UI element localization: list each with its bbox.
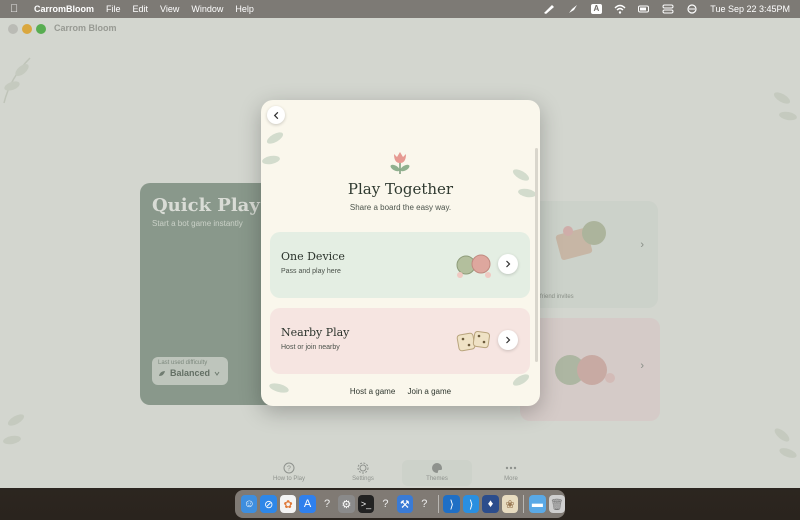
rocket-icon[interactable] <box>567 4 579 14</box>
carrombloom-icon[interactable]: ❀ <box>501 495 519 513</box>
menu-window[interactable]: Window <box>191 4 223 14</box>
dock: ☺ ⊘ ✿ A ? ⚙ >_ ? ⚒ ? ⟩ ⟩ ♦ ❀ ▬ 🗑 <box>235 490 566 518</box>
settings-icon[interactable]: ⚙ <box>338 495 355 513</box>
wifi-icon[interactable] <box>614 4 626 14</box>
option-title: Nearby Play <box>281 326 350 339</box>
terminal-icon[interactable]: >_ <box>357 495 375 513</box>
one-device-option[interactable]: One Device Pass and play here <box>270 232 530 298</box>
one-device-go-button[interactable] <box>498 254 518 274</box>
chevron-left-icon <box>273 111 278 119</box>
menubar-clock[interactable]: Tue Sep 22 3:45PM <box>710 4 790 14</box>
option-subtitle: Host or join nearby <box>281 344 340 351</box>
carrom-coins-icon <box>456 254 491 278</box>
folder-icon[interactable]: ▬ <box>529 495 546 513</box>
help-icon[interactable]: ? <box>319 495 335 513</box>
vscode-icon[interactable]: ⟩ <box>462 495 480 513</box>
modal-scrollbar[interactable] <box>535 148 538 362</box>
control-center-icon[interactable] <box>662 4 674 14</box>
photos-icon[interactable]: ✿ <box>279 495 297 513</box>
tulip-icon <box>390 152 410 174</box>
siri-icon[interactable] <box>686 4 698 14</box>
palette-icon <box>431 462 443 474</box>
svg-text:?: ? <box>287 466 291 473</box>
dock-separator <box>437 495 439 513</box>
vscode-icon[interactable]: ⟩ <box>443 495 460 513</box>
option-subtitle: Pass and play here <box>281 268 341 275</box>
menu-file[interactable]: File <box>106 4 121 14</box>
app-window: Carrom Bloom Quick Play Start a bot game… <box>0 18 800 488</box>
tab-label: Settings <box>352 476 374 482</box>
menu-bar:  CarromBloom File Edit View Window Help… <box>0 0 800 18</box>
modal-title: Play Together <box>347 180 454 198</box>
tab-label: Themes <box>426 476 448 482</box>
safari-icon[interactable]: ⊘ <box>260 495 277 513</box>
chevron-right-icon <box>506 260 511 268</box>
modal-subtitle: Share a board the easy way. <box>349 203 452 212</box>
menu-view[interactable]: View <box>160 4 179 14</box>
nearby-play-go-button[interactable] <box>498 330 518 350</box>
question-circle-icon: ? <box>283 462 295 474</box>
back-button[interactable] <box>267 106 285 124</box>
host-game-link[interactable]: Host a game <box>350 387 395 396</box>
input-source-badge[interactable]: A <box>590 4 603 14</box>
battery-icon[interactable] <box>638 4 650 14</box>
help-icon[interactable]: ? <box>377 495 393 513</box>
tab-how-to-play[interactable]: ? How to Play <box>254 460 324 482</box>
tab-label: More <box>504 476 518 482</box>
bottom-tab-bar: ? How to Play Settings Themes More <box>0 460 800 488</box>
ellipsis-icon <box>505 462 517 474</box>
gear-icon <box>357 462 369 474</box>
trash-icon[interactable]: 🗑 <box>548 495 566 513</box>
tab-label: How to Play <box>272 476 305 482</box>
help-icon[interactable]: ? <box>416 495 432 513</box>
modal-links: Host a game Join a game <box>261 387 540 396</box>
xcode-icon[interactable]: ⚒ <box>396 495 414 513</box>
pen-icon[interactable] <box>543 4 555 14</box>
apple-menu-icon[interactable]:  <box>10 3 24 15</box>
tab-themes[interactable]: Themes <box>402 460 472 486</box>
finder-icon[interactable]: ☺ <box>241 495 258 513</box>
instruments-icon[interactable]: ♦ <box>482 495 499 513</box>
menu-app-name[interactable]: CarromBloom <box>34 4 94 14</box>
tab-settings[interactable]: Settings <box>328 460 398 482</box>
play-together-modal: Play Together Share a board the easy way… <box>261 100 540 406</box>
menu-edit[interactable]: Edit <box>133 4 149 14</box>
option-title: One Device <box>281 250 345 263</box>
join-game-link[interactable]: Join a game <box>408 387 452 396</box>
menu-help[interactable]: Help <box>235 4 254 14</box>
tab-more[interactable]: More <box>476 460 546 482</box>
dice-icon <box>456 330 491 352</box>
chevron-right-icon <box>506 336 511 344</box>
app-store-icon[interactable]: A <box>299 495 316 513</box>
nearby-play-option[interactable]: Nearby Play Host or join nearby <box>270 308 530 374</box>
dock-separator <box>523 495 525 513</box>
